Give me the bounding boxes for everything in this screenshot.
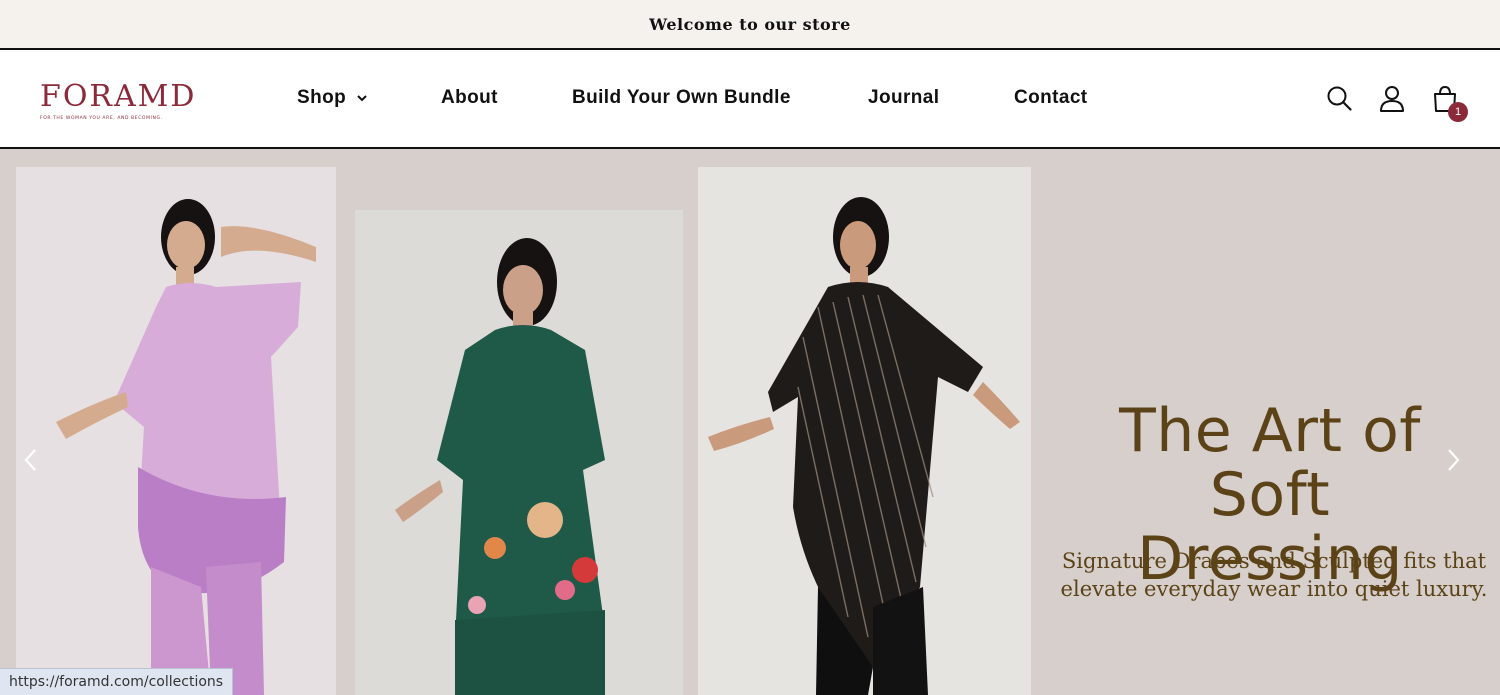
announcement-bar: Welcome to our store: [0, 0, 1500, 48]
cart-count-badge: 1: [1448, 102, 1468, 122]
nav-build-bundle[interactable]: Build Your Own Bundle: [572, 87, 791, 109]
site-header: FORAMD FOR THE WOMAN YOU ARE, AND BECOMI…: [0, 48, 1500, 149]
hero-model-image-green[interactable]: [355, 210, 683, 695]
nav-contact[interactable]: Contact: [1014, 87, 1088, 109]
nav-journal[interactable]: Journal: [868, 87, 939, 109]
hero-model-image-black[interactable]: [698, 167, 1031, 695]
chevron-down-icon: [357, 95, 367, 102]
logo-wordmark: FORAMD: [40, 79, 197, 114]
logo-tagline: FOR THE WOMAN YOU ARE, AND BECOMING.: [40, 116, 163, 121]
nav-journal-label: Journal: [868, 87, 940, 108]
search-button[interactable]: [1325, 84, 1355, 114]
nav-contact-label: Contact: [1014, 87, 1088, 108]
status-url: https://foramd.com/collections: [9, 674, 224, 690]
chevron-left-icon: [24, 449, 36, 471]
hero-title-line-1: The Art of Soft: [1119, 396, 1421, 530]
nav-build-bundle-label: Build Your Own Bundle: [572, 87, 791, 108]
nav-about[interactable]: About: [441, 87, 498, 109]
nav-shop[interactable]: Shop: [297, 87, 368, 109]
carousel-prev-button[interactable]: [20, 447, 42, 473]
cart-button[interactable]: 1: [1430, 84, 1468, 122]
hero-banner: The Art of Soft Dressing Signature Drape…: [0, 149, 1500, 695]
account-button[interactable]: [1377, 84, 1407, 114]
link-status-bar: https://foramd.com/collections: [0, 668, 234, 695]
hero-subtitle-line-1: Signature Drapes and Sculpted fits that: [1061, 549, 1487, 573]
hero-subtitle: Signature Drapes and Sculpted fits that …: [1050, 547, 1498, 603]
hero-subtitle-line-2: elevate everyday wear into quiet luxury.: [1060, 577, 1488, 601]
nav-about-label: About: [441, 87, 498, 108]
hero-model-image-lilac[interactable]: [16, 167, 336, 695]
announcement-text: Welcome to our store: [649, 14, 851, 34]
logo[interactable]: FORAMD FOR THE WOMAN YOU ARE, AND BECOMI…: [40, 79, 197, 130]
search-icon: [1327, 86, 1352, 111]
user-icon: [1380, 86, 1404, 112]
chevron-right-icon: [1448, 449, 1460, 471]
nav-shop-label: Shop: [297, 87, 347, 108]
carousel-next-button[interactable]: [1442, 447, 1464, 473]
